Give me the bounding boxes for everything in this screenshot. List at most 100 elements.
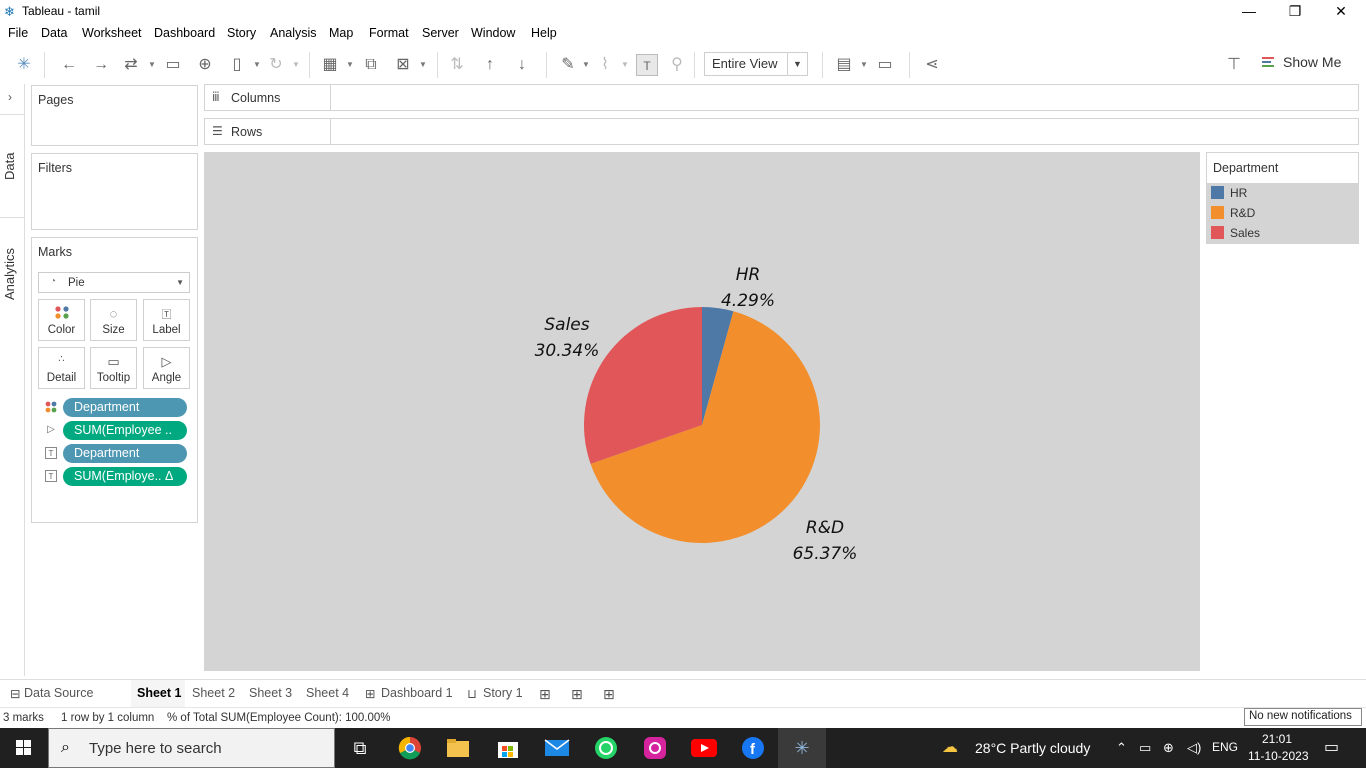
pill-department-label[interactable]: Department xyxy=(63,444,187,463)
mark-type-dropdown[interactable]: ◔ Pie ▼ xyxy=(38,272,190,293)
replay-icon[interactable]: ⇄ xyxy=(120,54,142,76)
chevron-down-icon[interactable]: ▼ xyxy=(419,54,427,76)
show-me-button[interactable]: Show Me xyxy=(1283,54,1341,70)
duplicate-sheet-icon[interactable]: ⧉ xyxy=(360,54,382,76)
menu-story[interactable]: Story xyxy=(227,26,256,40)
chevron-down-icon[interactable]: ▼ xyxy=(787,53,807,75)
clear-sheet-icon[interactable]: ⊠ xyxy=(392,54,414,76)
menu-file[interactable]: File xyxy=(8,26,28,40)
swap-rows-columns-icon[interactable]: ⇅ xyxy=(446,54,468,76)
volume-icon[interactable]: ◁) xyxy=(1187,740,1201,756)
menu-data[interactable]: Data xyxy=(41,26,67,40)
color-button[interactable]: Color xyxy=(38,299,85,341)
network-icon[interactable]: ⊕ xyxy=(1163,740,1174,756)
menu-map[interactable]: Map xyxy=(329,26,353,40)
facebook-icon[interactable]: f xyxy=(729,728,777,768)
tab-data-source[interactable]: Data Source xyxy=(24,686,93,700)
clock-time[interactable]: 21:01 xyxy=(1262,732,1292,746)
minimize-icon[interactable]: — xyxy=(1226,0,1272,22)
columns-shelf[interactable]: ⅲ Columns xyxy=(204,84,1359,111)
new-dashboard-icon[interactable]: ⊞ xyxy=(571,686,583,703)
chevron-down-icon[interactable]: ▼ xyxy=(621,54,629,76)
close-icon[interactable]: ✕ xyxy=(1318,0,1364,22)
chevron-down-icon[interactable]: ▼ xyxy=(582,54,590,76)
menu-format[interactable]: Format xyxy=(369,26,409,40)
whatsapp-icon[interactable] xyxy=(582,728,630,768)
fit-dropdown[interactable]: Entire View ▼ xyxy=(704,52,808,76)
restore-icon[interactable]: ❐ xyxy=(1272,0,1318,22)
tab-sheet-3[interactable]: Sheet 3 xyxy=(249,686,292,700)
menu-help[interactable]: Help xyxy=(531,26,557,40)
tooltip-button[interactable]: ▭ Tooltip xyxy=(90,347,137,389)
chevron-up-icon[interactable]: ⌃ xyxy=(1116,740,1127,756)
notification-center-icon[interactable]: ▭ xyxy=(1324,737,1339,757)
tab-sheet-1[interactable]: Sheet 1 xyxy=(137,686,181,700)
chrome-icon[interactable] xyxy=(386,728,434,768)
tab-sheet-4[interactable]: Sheet 4 xyxy=(306,686,349,700)
menu-server[interactable]: Server xyxy=(422,26,459,40)
task-view-icon[interactable]: ⧉ xyxy=(336,728,384,768)
show-labels-icon[interactable]: T xyxy=(636,54,658,76)
menu-worksheet[interactable]: Worksheet xyxy=(82,26,142,40)
refresh-icon[interactable]: ↻ xyxy=(265,54,287,76)
pie-chart[interactable]: HR 4.29% R&D 65.37% Sales 30.34% xyxy=(204,152,1200,671)
weather-text[interactable]: 28°C Partly cloudy xyxy=(975,740,1090,756)
legend-label: HR xyxy=(1230,186,1248,200)
expand-icon[interactable]: › xyxy=(8,90,12,104)
chevron-down-icon[interactable]: ▼ xyxy=(860,54,868,76)
pill-sum-employee-label[interactable]: SUM(Employe.. Δ xyxy=(63,467,187,486)
tab-sheet-2[interactable]: Sheet 2 xyxy=(192,686,235,700)
taskbar-search[interactable]: ⌕ Type here to search xyxy=(48,728,335,768)
new-worksheet-icon[interactable]: ▦ xyxy=(319,54,341,76)
tab-data[interactable]: Data xyxy=(2,153,17,180)
sort-ascending-icon[interactable]: ↑ xyxy=(479,54,501,76)
menu-dashboard[interactable]: Dashboard xyxy=(154,26,215,40)
pin-icon[interactable]: ⊤ xyxy=(1223,54,1245,76)
microsoft-store-icon[interactable] xyxy=(484,728,532,768)
tab-dashboard-1[interactable]: Dashboard 1 xyxy=(381,686,453,700)
pill-sum-employee-angle[interactable]: SUM(Employee .. xyxy=(63,421,187,440)
angle-encoding-icon: ▷ xyxy=(47,424,55,435)
save-icon[interactable]: ▭ xyxy=(162,54,184,76)
new-story-icon[interactable]: ⊞ xyxy=(603,686,615,703)
youtube-icon[interactable] xyxy=(680,728,728,768)
show-me-icon[interactable] xyxy=(1262,56,1276,70)
chevron-down-icon[interactable]: ▼ xyxy=(253,54,261,76)
rows-shelf[interactable]: ☰ Rows xyxy=(204,118,1359,145)
chevron-down-icon[interactable]: ▼ xyxy=(292,54,300,76)
redo-icon[interactable]: → xyxy=(90,54,112,76)
highlight-icon[interactable]: ✎ xyxy=(557,54,579,76)
presentation-mode-icon[interactable]: ▭ xyxy=(874,54,896,76)
new-data-source-icon[interactable]: ⊕ xyxy=(194,54,216,76)
pill-department-color[interactable]: Department xyxy=(63,398,187,417)
tableau-home-icon[interactable]: ✳ xyxy=(13,54,35,76)
fix-axes-icon[interactable]: ⚲ xyxy=(666,54,688,76)
start-button[interactable] xyxy=(0,728,48,768)
label-button[interactable]: 🅃 Label xyxy=(143,299,190,341)
tab-story-1[interactable]: Story 1 xyxy=(483,686,523,700)
detail-button[interactable]: ∴ Detail xyxy=(38,347,85,389)
instagram-icon[interactable] xyxy=(631,728,679,768)
chevron-down-icon[interactable]: ▼ xyxy=(148,54,156,76)
battery-icon[interactable]: ▭ xyxy=(1139,740,1151,756)
new-worksheet-icon[interactable]: ⊞ xyxy=(539,686,551,703)
pause-updates-icon[interactable]: ▯ xyxy=(226,54,248,76)
tableau-taskbar-icon[interactable]: ✳ xyxy=(778,728,826,768)
chevron-down-icon[interactable]: ▼ xyxy=(176,278,184,287)
mail-icon[interactable] xyxy=(533,728,581,768)
file-explorer-icon[interactable] xyxy=(434,728,482,768)
angle-button[interactable]: ▷ Angle xyxy=(143,347,190,389)
group-members-icon[interactable]: ⌇ xyxy=(594,54,616,76)
chevron-down-icon[interactable]: ▼ xyxy=(346,54,354,76)
size-button[interactable]: ◌ Size xyxy=(90,299,137,341)
share-icon[interactable]: ⋖ xyxy=(921,54,943,76)
undo-icon[interactable]: ← xyxy=(58,54,80,76)
menu-analysis[interactable]: Analysis xyxy=(270,26,317,40)
viz-canvas[interactable]: HR 4.29% R&D 65.37% Sales 30.34% xyxy=(204,152,1200,671)
sort-descending-icon[interactable]: ↓ xyxy=(511,54,533,76)
show-cards-icon[interactable]: ▤ xyxy=(833,54,855,76)
language-indicator[interactable]: ENG xyxy=(1212,740,1238,754)
menu-window[interactable]: Window xyxy=(471,26,515,40)
tab-analytics[interactable]: Analytics xyxy=(2,248,17,300)
clock-date[interactable]: 11-10-2023 xyxy=(1248,749,1309,763)
